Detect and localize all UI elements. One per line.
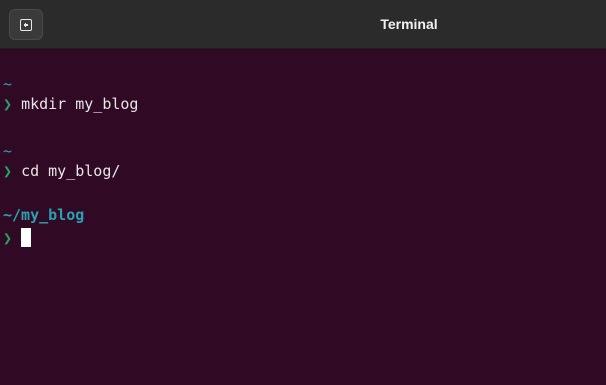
path-text: ~ <box>3 75 13 93</box>
prompt-icon: ❯ <box>3 229 13 247</box>
path-text: ~/my_blog <box>3 206 85 224</box>
prompt-icon: ❯ <box>3 162 13 180</box>
terminal-window: Terminal ~ ❯ mkdir my_blog ~ ❯ cd my_blo… <box>0 0 606 385</box>
window-title: Terminal <box>380 16 438 32</box>
command-line: ❯ <box>3 228 32 248</box>
text-cursor <box>21 228 32 247</box>
command-text: mkdir my_blog <box>21 95 139 113</box>
path-line: ~ <box>3 74 12 94</box>
prompt-icon: ❯ <box>3 95 13 113</box>
terminal-output[interactable]: ~ ❯ mkdir my_blog ~ ❯ cd my_blog/ ~/my_b… <box>0 48 606 385</box>
path-line: ~ <box>3 141 12 161</box>
path-line: ~/my_blog <box>3 205 84 225</box>
path-text: ~ <box>3 142 13 160</box>
command-line: ❯ cd my_blog/ <box>3 161 120 181</box>
titlebar: Terminal <box>0 0 606 49</box>
command-text: cd my_blog/ <box>21 162 121 180</box>
command-line: ❯ mkdir my_blog <box>3 94 138 114</box>
